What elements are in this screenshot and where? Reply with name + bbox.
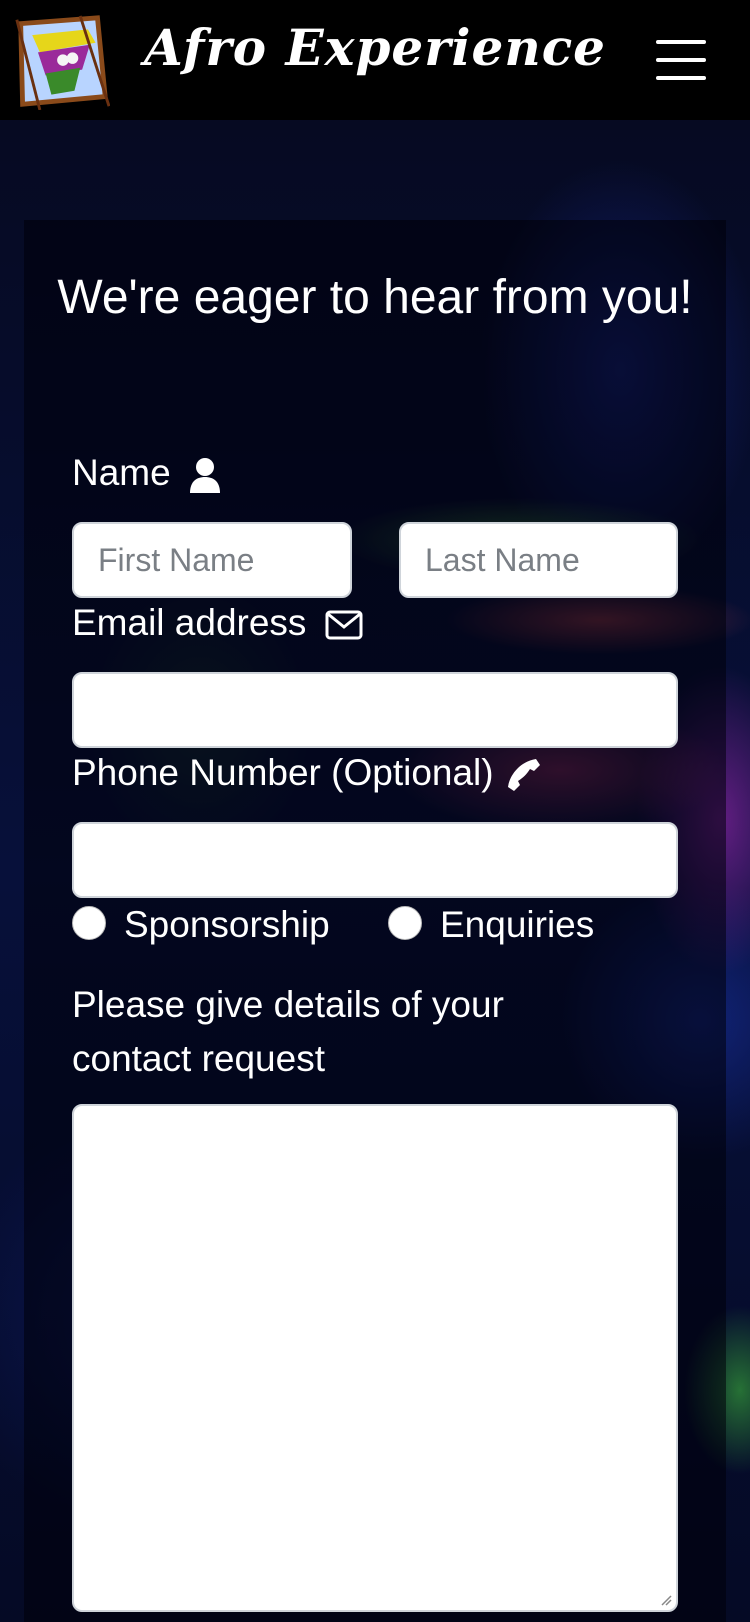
name-label-text: Name [72, 452, 171, 493]
radio-label-enquiries: Enquiries [440, 904, 595, 945]
phone-input[interactable] [72, 822, 678, 898]
email-label: Email address [72, 602, 363, 644]
brand-title[interactable]: Afro Experience [0, 18, 750, 77]
details-label: Please give details of your contact requ… [72, 984, 504, 1079]
navbar: Afro Experience [0, 0, 750, 120]
phone-label-text: Phone Number (Optional) [72, 752, 494, 793]
user-icon [189, 458, 220, 494]
last-name-input[interactable]: Last Name [399, 522, 678, 598]
radio-label-sponsorship: Sponsorship [124, 904, 330, 945]
phone-label: Phone Number (Optional) [72, 752, 542, 794]
hamburger-menu-icon[interactable] [656, 40, 706, 80]
form-heading: We're eager to hear from you! [57, 271, 693, 324]
phone-icon [507, 759, 540, 792]
envelope-icon [325, 610, 363, 640]
radio-sponsorship[interactable] [72, 906, 106, 940]
first-name-input[interactable]: First Name [72, 522, 352, 598]
details-textarea[interactable] [72, 1104, 678, 1612]
email-input[interactable] [72, 672, 678, 748]
name-label: Name [72, 452, 221, 494]
email-label-text: Email address [72, 602, 307, 643]
radio-enquiries[interactable] [388, 906, 422, 940]
resize-handle-icon[interactable] [660, 1594, 672, 1606]
